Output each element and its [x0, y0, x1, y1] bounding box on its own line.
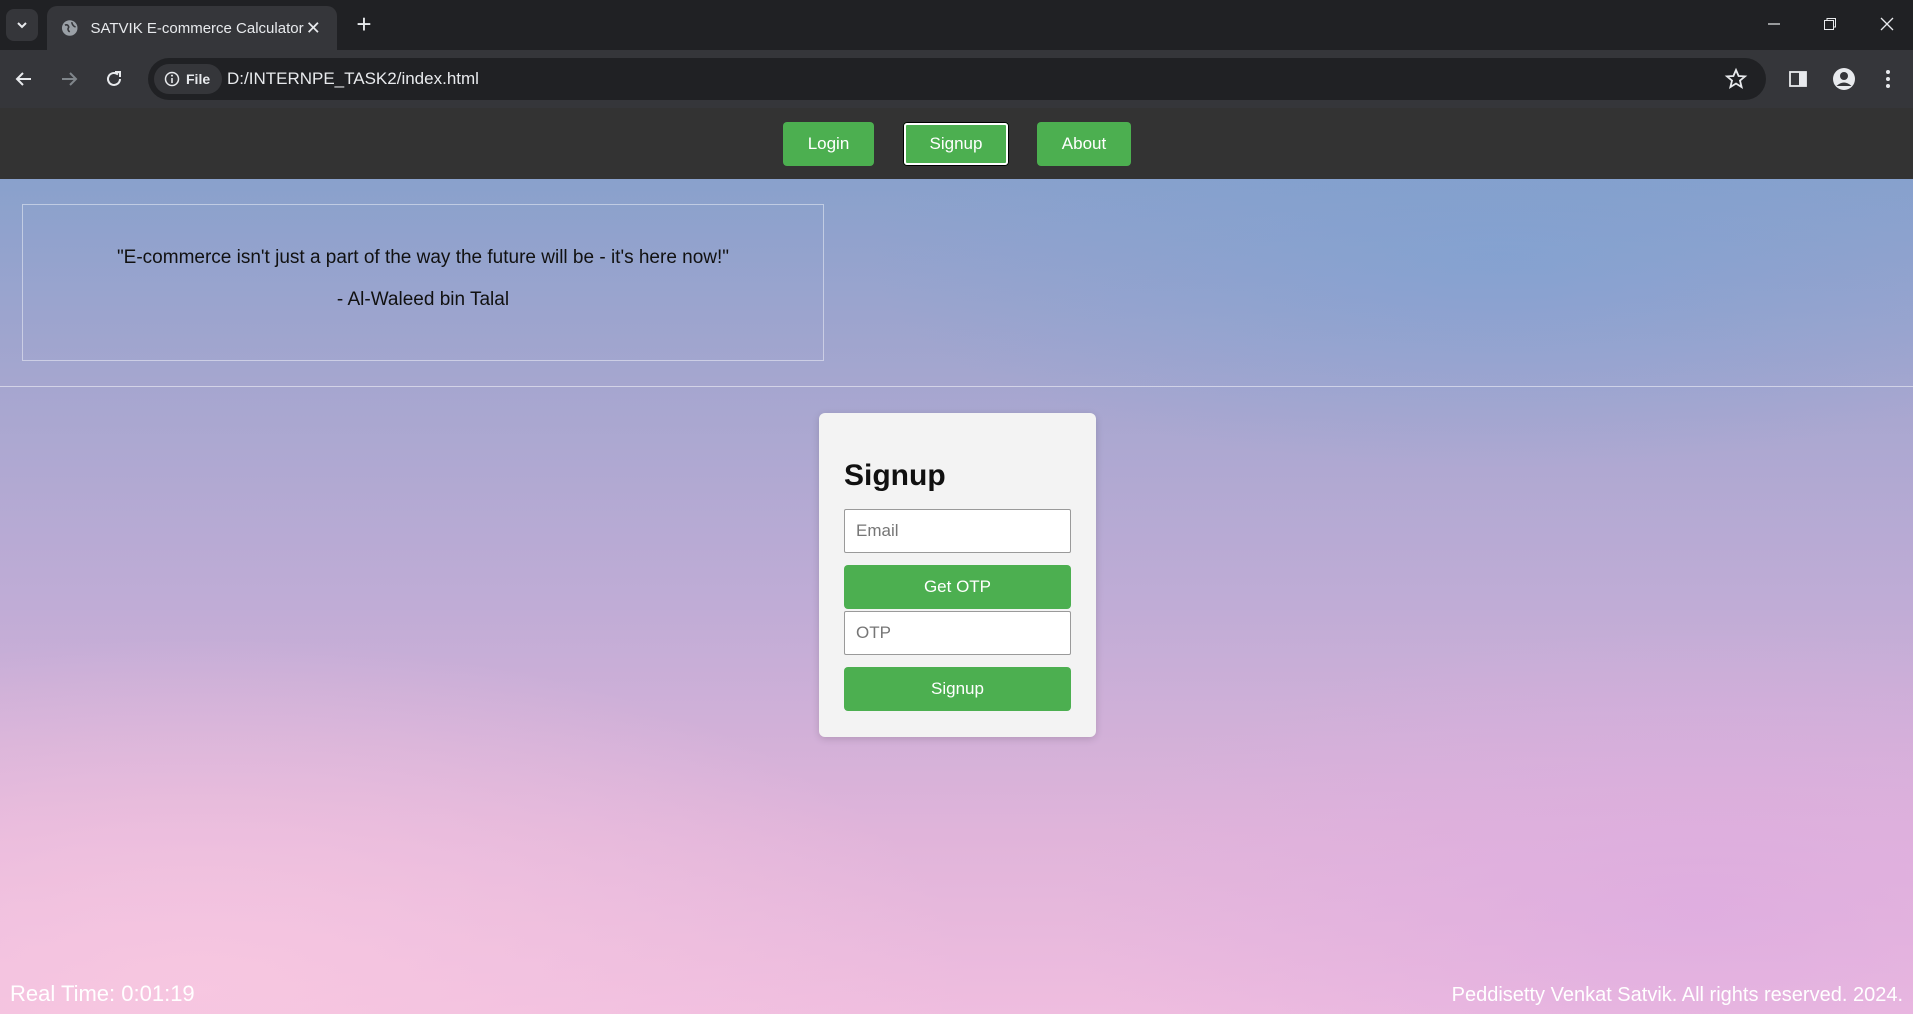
tab-close-icon[interactable]: ✕ [304, 18, 323, 39]
site-info-label: File [186, 71, 211, 87]
reload-button[interactable] [98, 63, 130, 95]
globe-icon [61, 20, 78, 36]
login-nav-button[interactable]: Login [783, 122, 874, 166]
signup-form: Signup Get OTP Signup [819, 413, 1096, 737]
close-icon [1880, 17, 1894, 31]
quote-box: "E-commerce isn't just a part of the way… [22, 204, 824, 361]
restore-icon [1824, 18, 1836, 30]
new-tab-button[interactable]: + [350, 11, 378, 39]
bookmark-star-icon[interactable] [1724, 67, 1748, 91]
minimize-icon [1768, 23, 1780, 25]
quote-text: "E-commerce isn't just a part of the way… [116, 247, 730, 268]
address-bar[interactable]: File D:/INTERNPE_TASK2/index.html [148, 58, 1766, 100]
menu-button[interactable] [1872, 63, 1904, 95]
side-panel-icon [1789, 71, 1807, 87]
top-navigation: Login Signup About [0, 108, 1913, 179]
tab-title: SATVIK E-commerce Calculator [90, 19, 304, 37]
signup-nav-button[interactable]: Signup [903, 122, 1009, 166]
chevron-down-icon [17, 22, 27, 29]
email-field[interactable] [844, 509, 1071, 553]
otp-field[interactable] [844, 611, 1071, 655]
browser-titlebar: SATVIK E-commerce Calculator ✕ + [0, 0, 1913, 50]
restore-button[interactable] [1807, 8, 1853, 40]
copyright-text: Peddisetty Venkat Satvik. All rights res… [1451, 984, 1903, 1006]
info-icon [164, 71, 180, 87]
profile-icon [1833, 68, 1855, 90]
arrow-right-icon [62, 72, 78, 86]
side-panel-button[interactable] [1782, 63, 1814, 95]
real-time-clock: Real Time: 0:01:19 [10, 981, 195, 1006]
url-text[interactable]: D:/INTERNPE_TASK2/index.html [227, 69, 479, 89]
browser-toolbar: File D:/INTERNPE_TASK2/index.html [0, 50, 1913, 108]
get-otp-button[interactable]: Get OTP [844, 565, 1071, 609]
forward-button[interactable] [53, 63, 85, 95]
back-button[interactable] [8, 63, 40, 95]
quote-author: - Al-Waleed bin Talal [336, 289, 510, 310]
tab-search-button[interactable] [6, 9, 38, 41]
page-content: Login Signup About "E-commerce isn't jus… [0, 108, 1913, 1014]
profile-button[interactable] [1828, 63, 1860, 95]
browser-tab[interactable]: SATVIK E-commerce Calculator ✕ [47, 6, 337, 50]
close-window-button[interactable] [1864, 8, 1910, 40]
site-info-chip[interactable]: File [154, 64, 222, 94]
more-vert-icon [1886, 70, 1890, 88]
about-nav-button[interactable]: About [1037, 122, 1131, 166]
minimize-button[interactable] [1751, 8, 1797, 40]
signup-submit-button[interactable]: Signup [844, 667, 1071, 711]
reload-icon [107, 71, 121, 86]
signup-title: Signup [844, 459, 946, 492]
divider [0, 386, 1913, 387]
arrow-left-icon [15, 72, 31, 86]
